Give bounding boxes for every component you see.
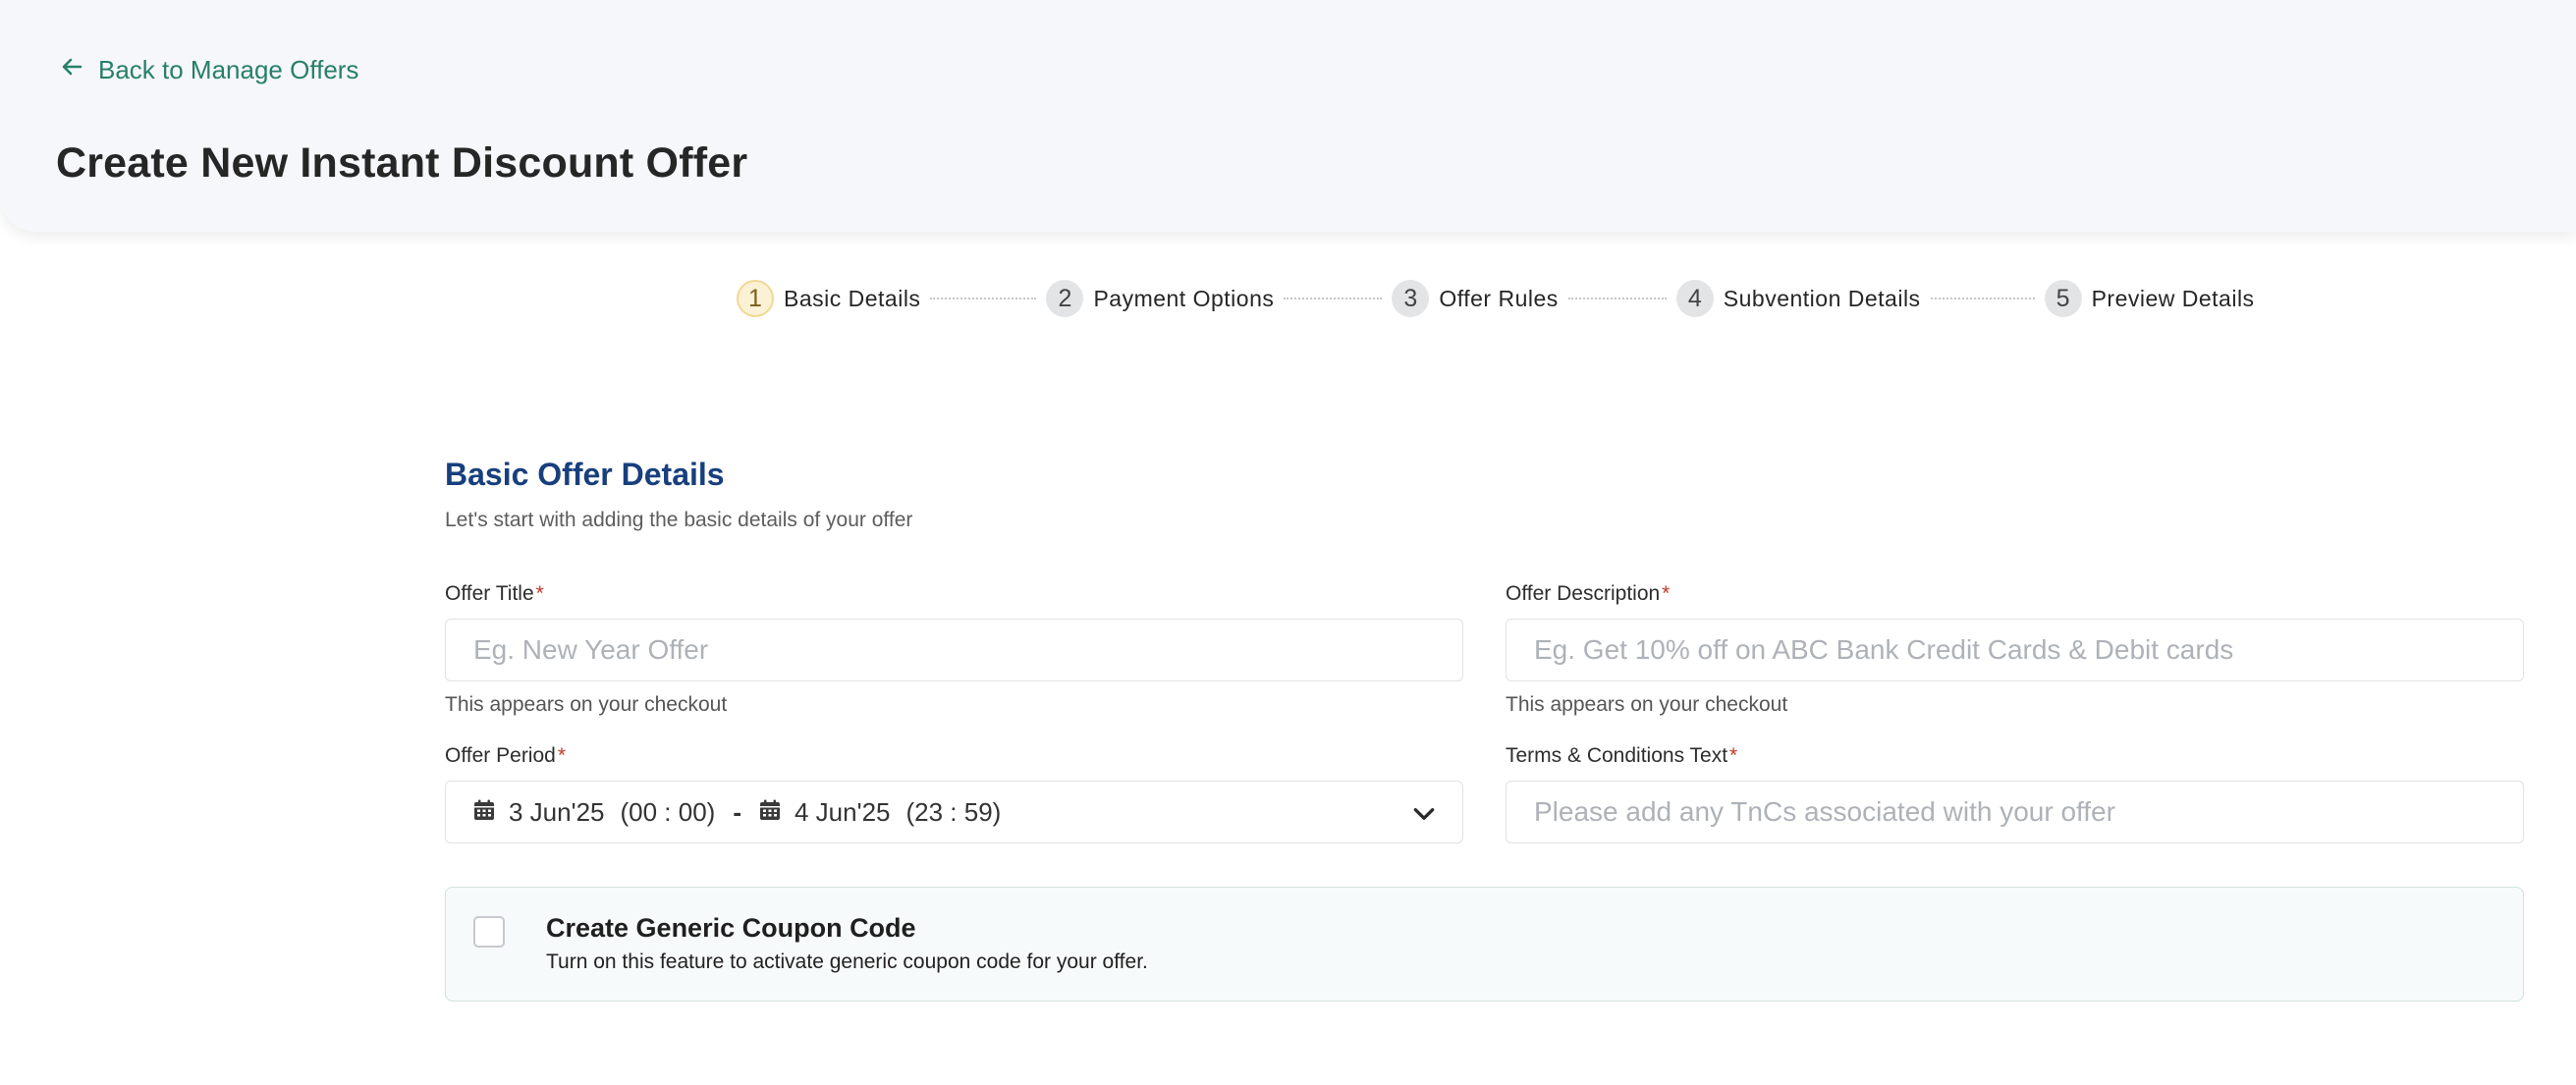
- offer-period-dropdown[interactable]: 3 Jun'25 (00 : 00) - 4 Jun'25 (23 : 59): [445, 781, 1463, 843]
- start-time: (00 : 00): [620, 796, 716, 827]
- step-preview-details[interactable]: 5 Preview Details: [2044, 280, 2255, 317]
- coupon-description: Turn on this feature to activate generic…: [546, 950, 1148, 973]
- step-connector: [1930, 298, 2035, 299]
- step-subvention-details[interactable]: 4 Subvention Details: [1675, 280, 1921, 317]
- step-label: Preview Details: [2091, 285, 2255, 311]
- step-label: Payment Options: [1093, 285, 1275, 311]
- end-time: (23 : 59): [905, 796, 1002, 827]
- back-link-label: Back to Manage Offers: [98, 55, 359, 84]
- offer-description-input[interactable]: [1506, 619, 2524, 681]
- required-marker: *: [1729, 744, 1738, 767]
- page-title: Create New Instant Discount Offer: [56, 139, 748, 187]
- section-subtitle: Let's start with adding the basic detail…: [445, 509, 913, 531]
- required-marker: *: [557, 744, 567, 767]
- generic-coupon-panel: Create Generic Coupon Code Turn on this …: [445, 887, 2524, 1002]
- generic-coupon-checkbox[interactable]: [473, 916, 505, 948]
- offer-title-label: Offer Title*: [445, 582, 544, 606]
- step-number: 5: [2044, 280, 2082, 317]
- page-header: Back to Manage Offers Create New Instant…: [0, 0, 2576, 232]
- back-to-manage-offers-link[interactable]: Back to Manage Offers: [61, 55, 358, 85]
- label-text: Terms & Conditions Text: [1506, 744, 1728, 767]
- required-marker: *: [1662, 582, 1671, 605]
- step-connector: [1284, 298, 1383, 299]
- label-text: Offer Period: [445, 744, 556, 767]
- step-payment-options[interactable]: 2 Payment Options: [1046, 280, 1274, 317]
- step-connector: [930, 298, 1037, 299]
- section-title: Basic Offer Details: [445, 457, 725, 492]
- terms-label: Terms & Conditions Text*: [1506, 744, 1737, 768]
- step-offer-rules[interactable]: 3 Offer Rules: [1392, 280, 1558, 317]
- coupon-title: Create Generic Coupon Code: [546, 913, 916, 943]
- step-number: 4: [1675, 280, 1714, 317]
- terms-input[interactable]: [1506, 781, 2524, 843]
- step-connector: [1567, 298, 1667, 299]
- offer-period-label: Offer Period*: [445, 744, 566, 768]
- end-date: 4 Jun'25: [795, 796, 891, 827]
- offer-title-input[interactable]: [445, 619, 1463, 681]
- step-number: 1: [737, 280, 774, 317]
- label-text: Offer Title: [445, 582, 534, 605]
- step-number: 3: [1392, 280, 1430, 317]
- progress-stepper: 1 Basic Details 2 Payment Options 3 Offe…: [737, 278, 2255, 319]
- step-basic-details[interactable]: 1 Basic Details: [737, 280, 920, 317]
- step-label: Offer Rules: [1439, 285, 1559, 311]
- offer-description-label: Offer Description*: [1506, 582, 1670, 606]
- calendar-icon: [473, 797, 509, 828]
- required-marker: *: [535, 582, 544, 605]
- offer-title-hint: This appears on your checkout: [445, 693, 728, 716]
- label-text: Offer Description: [1506, 582, 1661, 605]
- arrow-left-icon: [61, 55, 84, 85]
- offer-description-hint: This appears on your checkout: [1506, 693, 1788, 716]
- step-number: 2: [1046, 280, 1084, 317]
- step-label: Basic Details: [784, 285, 921, 311]
- calendar-icon: [759, 797, 795, 828]
- step-label: Subvention Details: [1723, 285, 1921, 311]
- period-separator: -: [733, 796, 741, 827]
- start-date: 3 Jun'25: [509, 796, 605, 827]
